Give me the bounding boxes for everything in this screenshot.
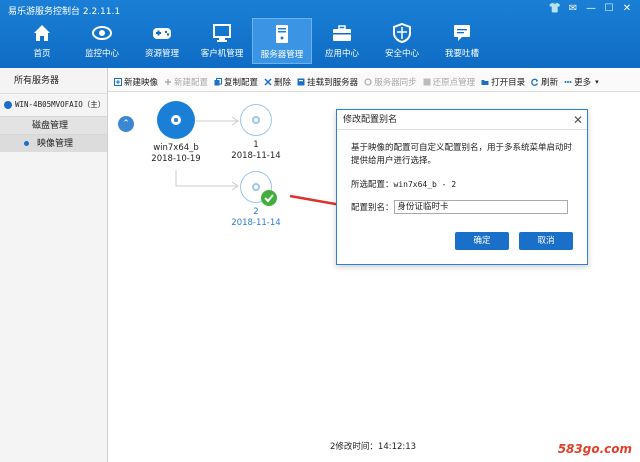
node-name: win7x64_b — [153, 143, 199, 153]
watermark: 583go.com — [557, 442, 632, 456]
node-date: 2018-11-14 — [231, 218, 281, 228]
dialog-buttons: 确定 取消 — [455, 232, 573, 250]
node-name: 2 — [253, 207, 259, 217]
disc-icon — [157, 101, 195, 139]
tree-node-1[interactable]: 1 2018-11-14 — [216, 104, 296, 161]
node-date: 2018-11-14 — [231, 151, 281, 161]
tree-node-root[interactable]: win7x64_b 2018-10-19 — [136, 101, 216, 164]
alias-label: 配置别名： — [351, 203, 394, 213]
check-icon — [261, 190, 277, 206]
alias-input[interactable]: 身份证临时卡 — [393, 200, 568, 214]
dialog-title: 修改配置别名 — [343, 115, 398, 125]
dialog-description: 基于映像的配置可自定义配置别名，用于多系统菜单启动时提供给用户进行选择。 — [351, 143, 573, 166]
cancel-button[interactable]: 取消 — [519, 232, 573, 250]
close-icon[interactable]: ✕ — [573, 110, 583, 130]
node-name: 1 — [253, 140, 259, 150]
alias-row: 配置别名： 身份证临时卡 — [351, 200, 587, 214]
disc-icon — [240, 171, 277, 206]
collapse-button[interactable]: ⌃ — [118, 116, 134, 132]
tree-node-2[interactable]: 2 2018-11-14 — [216, 171, 296, 228]
disc-icon — [240, 104, 272, 136]
selected-config-row: 所选配置： win7x64_b - 2 — [351, 178, 587, 191]
selected-config-value: win7x64_b - 2 — [393, 179, 457, 189]
node-date: 2018-10-19 — [151, 154, 201, 164]
dialog-title-bar: 修改配置别名 ✕ — [337, 110, 587, 130]
selected-config-label: 所选配置： — [351, 180, 394, 190]
ok-button[interactable]: 确定 — [455, 232, 509, 250]
status-text: 2修改时间：14:12:13 — [330, 442, 417, 452]
edit-alias-dialog: 修改配置别名 ✕ 基于映像的配置可自定义配置别名，用于多系统菜单启动时提供给用户… — [336, 109, 588, 265]
